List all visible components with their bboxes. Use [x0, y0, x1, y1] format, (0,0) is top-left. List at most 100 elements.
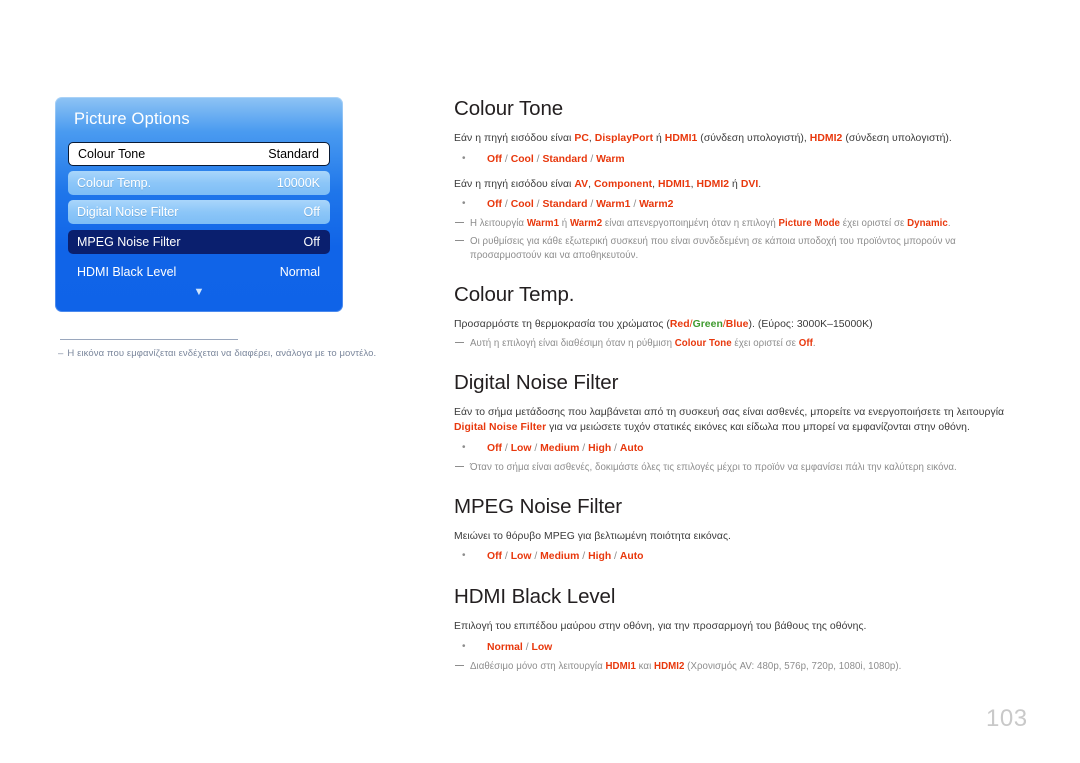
- option-value: Off: [487, 551, 503, 562]
- page-number: 103: [986, 705, 1028, 732]
- term-green: Green: [692, 319, 723, 330]
- option-value: Standard: [542, 199, 588, 210]
- section-mpeg-noise-filter: MPEG Noise Filter Μειώνει το θόρυβο MPEG…: [454, 494, 1024, 566]
- section-digital-noise-filter: Digital Noise Filter Εάν το σήμα μετάδοσ…: [454, 370, 1024, 475]
- osd-menu-item-digital-noise-filter[interactable]: Digital Noise Filter Off: [68, 200, 330, 224]
- term-hdmi2: HDMI2: [696, 178, 730, 190]
- term-digital-noise-filter: Digital Noise Filter: [454, 422, 547, 433]
- colour-tone-paragraph-2: Εάν η πηγή εισόδου είναι AV, Component, …: [454, 177, 1024, 193]
- osd-item-value: Off: [303, 205, 320, 219]
- option-value: Off: [487, 442, 503, 454]
- page-title-mpeg-noise-filter: MPEG Noise Filter: [454, 494, 623, 518]
- term-colour-tone: Colour Tone: [674, 337, 732, 349]
- osd-item-value: 10000K: [276, 176, 320, 190]
- osd-item-label: HDMI Black Level: [77, 265, 177, 279]
- term-hdmi1: HDMI1: [658, 178, 691, 190]
- picture-options-osd-panel: Picture Options Colour Tone Standard Col…: [55, 97, 343, 312]
- text-fragment: είναι απενεργοποιημένη όταν η επιλογή: [602, 218, 779, 229]
- footnote-dash: –: [58, 348, 64, 359]
- list-item: Off / Low / Medium / High / Auto: [454, 548, 1024, 565]
- option-value: Cool: [510, 153, 534, 165]
- text-fragment: ή: [653, 133, 665, 144]
- list-item: Off / Cool / Standard / Warm: [454, 151, 1024, 168]
- text-fragment: Προσαρμόστε τη θερμοκρασία του χρώματος …: [454, 319, 670, 330]
- option-value: Auto: [619, 442, 644, 454]
- osd-menu-item-hdmi-black-level[interactable]: HDMI Black Level Normal: [68, 260, 330, 284]
- term-hdmi2: HDMI2: [809, 133, 843, 144]
- option-value: Low: [510, 442, 532, 454]
- text-fragment: .: [812, 337, 816, 349]
- text-fragment: ή: [729, 178, 741, 190]
- osd-item-value: Off: [303, 235, 320, 249]
- text-fragment: Διαθέσιμο μόνο στη λειτουργία: [470, 660, 606, 672]
- term-hdmi1: HDMI1: [605, 660, 636, 672]
- term-warm2: Warm2: [569, 218, 603, 229]
- page-title-colour-temp: Colour Temp.: [454, 283, 575, 306]
- option-value: Cool: [510, 199, 534, 210]
- colour-tone-options-list-1: Off / Cool / Standard / Warm: [454, 151, 1024, 168]
- option-value: Off: [487, 153, 503, 165]
- text-fragment: Εάν το σήμα μετάδοσης που λαμβάνεται από…: [454, 406, 1005, 418]
- text-fragment: ή: [559, 218, 570, 229]
- option-value: Off: [487, 199, 503, 210]
- chevron-down-icon[interactable]: ▼: [55, 287, 343, 298]
- mpeg-noise-filter-options-list: Off / Low / Medium / High / Auto: [454, 548, 1024, 565]
- page-title-hdmi-black-level: HDMI Black Level: [454, 585, 616, 608]
- section-hdmi-black-level: HDMI Black Level Επιλογή του επιπέδου μα…: [454, 584, 1024, 674]
- page-title-colour-tone: Colour Tone: [454, 97, 564, 120]
- text-fragment: έχει οριστεί σε: [731, 337, 799, 349]
- text-fragment: .: [947, 218, 951, 229]
- term-component: Component: [594, 178, 653, 190]
- colour-tone-note-1: Η λειτουργία Warm1 ή Warm2 είναι απενεργ…: [454, 217, 1024, 231]
- digital-noise-filter-paragraph-1: Εάν το σήμα μετάδοσης που λαμβάνεται από…: [454, 405, 1024, 436]
- footnote-divider: [60, 339, 238, 340]
- hdmi-black-level-note-1: Διαθέσιμο μόνο στη λειτουργία HDMI1 και …: [454, 660, 1024, 674]
- colour-temp-paragraph-1: Προσαρμόστε τη θερμοκρασία του χρώματος …: [454, 317, 1024, 333]
- term-off: Off: [798, 337, 813, 349]
- text-fragment: Εάν η πηγή εισόδου είναι: [454, 133, 575, 144]
- term-displayport: DisplayPort: [594, 133, 654, 144]
- list-item: Normal / Low: [454, 639, 1024, 656]
- text-fragment: έχει οριστεί σε: [839, 218, 908, 229]
- osd-item-label: MPEG Noise Filter: [77, 235, 181, 249]
- term-warm1: Warm1: [526, 218, 560, 229]
- text-fragment: (σύνδεση υπολογιστή),: [697, 133, 810, 144]
- text-fragment: (σύνδεση υπολογιστή).: [842, 133, 952, 144]
- text-fragment: Η λειτουργία: [470, 218, 527, 229]
- footnote-text: Η εικόνα που εμφανίζεται ενδέχεται να δι…: [67, 348, 377, 359]
- digital-noise-filter-options-list: Off / Low / Medium / High / Auto: [454, 440, 1024, 457]
- term-picture-mode: Picture Mode: [778, 218, 840, 229]
- text-fragment: Αυτή η επιλογή είναι διαθέσιμη όταν η ρύ…: [470, 337, 675, 349]
- osd-image-footnote: – Η εικόνα που εμφανίζεται ενδέχεται να δ…: [58, 347, 403, 360]
- option-value: Auto: [619, 551, 644, 562]
- term-dvi: DVI: [740, 178, 759, 190]
- term-hdmi1: HDMI1: [664, 133, 698, 144]
- section-colour-tone: Colour Tone Εάν η πηγή εισόδου είναι PC,…: [454, 96, 1024, 263]
- colour-tone-paragraph-1: Εάν η πηγή εισόδου είναι PC, DisplayPort…: [454, 131, 1024, 147]
- manual-content: Colour Tone Εάν η πηγή εισόδου είναι PC,…: [454, 96, 1024, 674]
- mpeg-noise-filter-paragraph-1: Μειώνει το θόρυβο MPEG για βελτιωμένη πο…: [454, 530, 731, 542]
- osd-item-value: Standard: [268, 147, 319, 161]
- osd-item-label: Colour Tone: [78, 147, 146, 161]
- text-fragment: (Χρονισμός AV: 480p, 576p, 720p, 1080i, …: [684, 660, 902, 672]
- text-fragment: για να μειώσετε τυχόν στατικές εικόνες κ…: [546, 422, 970, 433]
- term-blue: Blue: [725, 319, 749, 330]
- text-fragment: Εάν η πηγή εισόδου είναι: [454, 178, 575, 190]
- osd-menu-item-colour-temp[interactable]: Colour Temp. 10000K: [68, 171, 330, 195]
- option-value: Warm: [596, 153, 625, 165]
- digital-noise-filter-note-1: Όταν το σήμα είναι ασθενές, δοκιμάστε όλ…: [454, 461, 1024, 475]
- hdmi-black-level-paragraph-1: Επιλογή του επιπέδου μαύρου στην οθόνη, …: [454, 621, 867, 632]
- list-item: Off / Cool / Standard / Warm1 / Warm2: [454, 196, 1024, 213]
- osd-menu-item-colour-tone[interactable]: Colour Tone Standard: [68, 142, 330, 166]
- term-pc: PC: [574, 133, 589, 144]
- option-value: Low: [531, 641, 553, 653]
- osd-menu-item-mpeg-noise-filter[interactable]: MPEG Noise Filter Off: [68, 230, 330, 254]
- hdmi-black-level-options-list: Normal / Low: [454, 639, 1024, 656]
- colour-tone-note-2: Οι ρυθμίσεις για κάθε εξωτερική συσκευή …: [454, 235, 1024, 263]
- option-value: High: [588, 442, 612, 454]
- option-value: High: [588, 551, 612, 562]
- text-fragment: ). (Εύρος: 3000K–15000K): [748, 319, 873, 330]
- colour-temp-note-1: Αυτή η επιλογή είναι διαθέσιμη όταν η ρύ…: [454, 337, 1024, 351]
- colour-tone-options-list-2: Off / Cool / Standard / Warm1 / Warm2: [454, 196, 1024, 213]
- option-value: Medium: [540, 551, 580, 562]
